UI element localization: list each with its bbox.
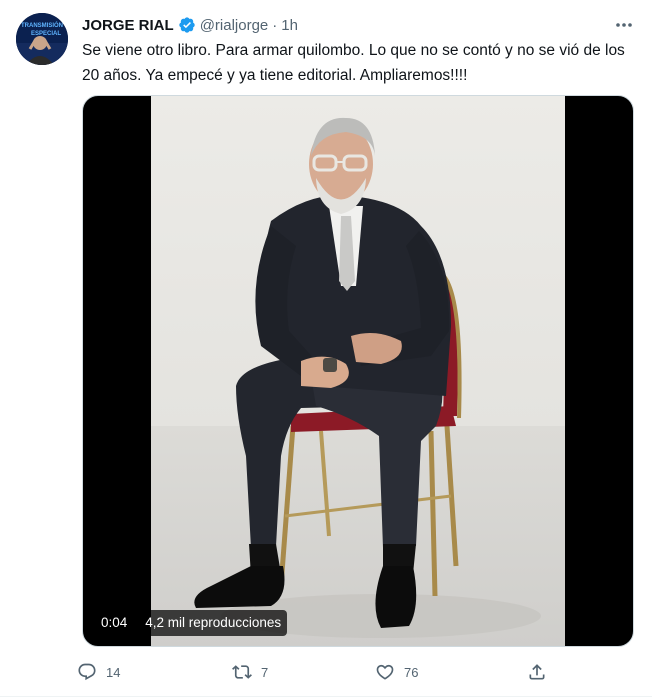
- tweet-header: JORGE RIAL @rialjorge · 1h: [82, 15, 298, 35]
- reply-count: 14: [106, 664, 121, 680]
- tweet: TRANSMISIÓN ESPECIAL JORGE RIAL @rialjor…: [0, 0, 652, 697]
- tweet-actions: 14 7 76: [70, 657, 560, 687]
- video-player[interactable]: 0:04 4,2 mil reproducciones: [82, 95, 634, 647]
- video-overlay: 0:04 4,2 mil reproducciones: [95, 610, 288, 636]
- retweet-icon: [225, 657, 259, 687]
- separator-dot: ·: [272, 16, 278, 34]
- video-views-badge: 4,2 mil reproducciones: [139, 610, 288, 636]
- retweet-button[interactable]: 7: [225, 657, 268, 687]
- avatar-image: TRANSMISIÓN ESPECIAL: [16, 13, 68, 65]
- avatar[interactable]: TRANSMISIÓN ESPECIAL: [16, 13, 68, 65]
- tweet-text: Se viene otro libro. Para armar quilombo…: [82, 42, 625, 84]
- reply-icon: [70, 657, 104, 687]
- reply-button[interactable]: 14: [70, 657, 120, 687]
- display-name[interactable]: JORGE RIAL: [82, 17, 174, 34]
- author-handle[interactable]: @rialjorge: [200, 17, 269, 34]
- share-icon: [520, 657, 554, 687]
- avatar-text-2: ESPECIAL: [31, 31, 61, 37]
- share-button[interactable]: [520, 657, 554, 687]
- video-time-badge: 0:04: [95, 610, 134, 636]
- video-frame: [151, 96, 565, 646]
- retweet-count: 7: [261, 664, 269, 680]
- tweet-time[interactable]: 1h: [281, 17, 298, 34]
- avatar-text-1: TRANSMISIÓN: [21, 21, 63, 29]
- verified-badge-icon: [178, 16, 196, 34]
- like-button[interactable]: 76: [368, 657, 418, 687]
- more-icon[interactable]: [612, 14, 636, 36]
- like-count: 76: [404, 664, 419, 680]
- heart-icon: [368, 657, 402, 687]
